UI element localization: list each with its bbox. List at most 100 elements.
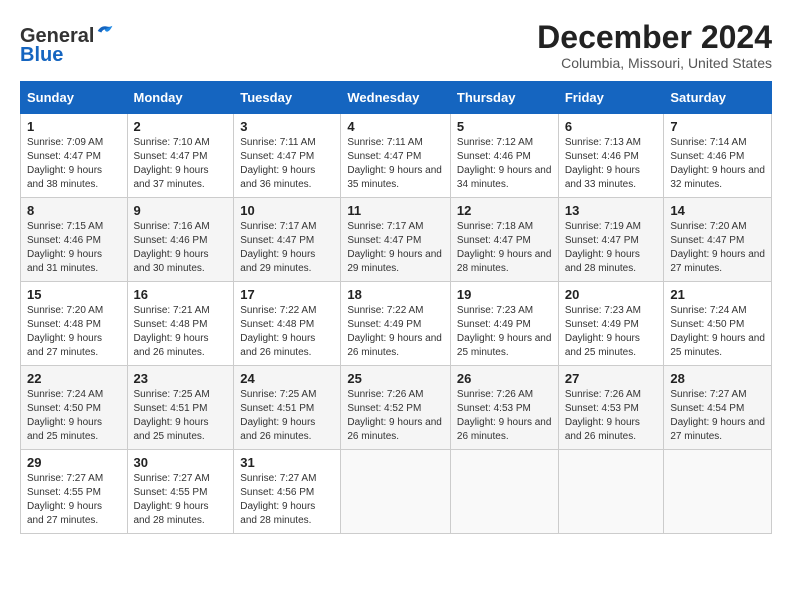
day-info: Sunrise: 7:26 AM Sunset: 4:52 PM Dayligh… [347, 388, 444, 444]
calendar-header-row: SundayMondayTuesdayWednesdayThursdayFrid… [21, 82, 772, 114]
calendar-cell: 29 Sunrise: 7:27 AM Sunset: 4:55 PM Dayl… [21, 450, 128, 534]
day-number: 15 [27, 287, 121, 302]
day-number: 16 [134, 287, 228, 302]
day-info: Sunrise: 7:23 AM Sunset: 4:49 PM Dayligh… [457, 304, 552, 360]
calendar-cell [341, 450, 451, 534]
day-number: 7 [670, 119, 765, 134]
day-number: 6 [565, 119, 658, 134]
day-number: 9 [134, 203, 228, 218]
calendar-cell: 10 Sunrise: 7:17 AM Sunset: 4:47 PM Dayl… [234, 198, 341, 282]
day-number: 18 [347, 287, 444, 302]
weekday-header: Tuesday [234, 82, 341, 114]
calendar-cell: 27 Sunrise: 7:26 AM Sunset: 4:53 PM Dayl… [558, 366, 664, 450]
page-subtitle: Columbia, Missouri, United States [537, 55, 772, 71]
day-info: Sunrise: 7:27 AM Sunset: 4:55 PM Dayligh… [134, 472, 228, 528]
calendar-cell [558, 450, 664, 534]
day-info: Sunrise: 7:11 AM Sunset: 4:47 PM Dayligh… [347, 136, 444, 192]
day-info: Sunrise: 7:20 AM Sunset: 4:48 PM Dayligh… [27, 304, 121, 360]
day-info: Sunrise: 7:18 AM Sunset: 4:47 PM Dayligh… [457, 220, 552, 276]
day-info: Sunrise: 7:26 AM Sunset: 4:53 PM Dayligh… [565, 388, 658, 444]
calendar-week-row: 29 Sunrise: 7:27 AM Sunset: 4:55 PM Dayl… [21, 450, 772, 534]
calendar-cell: 2 Sunrise: 7:10 AM Sunset: 4:47 PM Dayli… [127, 114, 234, 198]
day-number: 19 [457, 287, 552, 302]
calendar-cell: 21 Sunrise: 7:24 AM Sunset: 4:50 PM Dayl… [664, 282, 772, 366]
logo-blue-text: Blue [20, 44, 63, 67]
calendar-cell: 7 Sunrise: 7:14 AM Sunset: 4:46 PM Dayli… [664, 114, 772, 198]
day-info: Sunrise: 7:09 AM Sunset: 4:47 PM Dayligh… [27, 136, 121, 192]
day-number: 21 [670, 287, 765, 302]
calendar-cell: 17 Sunrise: 7:22 AM Sunset: 4:48 PM Dayl… [234, 282, 341, 366]
header: General Blue December 2024 Columbia, Mis… [20, 20, 772, 71]
day-info: Sunrise: 7:22 AM Sunset: 4:49 PM Dayligh… [347, 304, 444, 360]
day-info: Sunrise: 7:24 AM Sunset: 4:50 PM Dayligh… [670, 304, 765, 360]
day-number: 13 [565, 203, 658, 218]
calendar-cell: 6 Sunrise: 7:13 AM Sunset: 4:46 PM Dayli… [558, 114, 664, 198]
day-number: 26 [457, 371, 552, 386]
calendar-cell: 30 Sunrise: 7:27 AM Sunset: 4:55 PM Dayl… [127, 450, 234, 534]
calendar-cell [664, 450, 772, 534]
day-info: Sunrise: 7:17 AM Sunset: 4:47 PM Dayligh… [240, 220, 334, 276]
day-number: 3 [240, 119, 334, 134]
weekday-header: Saturday [664, 82, 772, 114]
day-number: 17 [240, 287, 334, 302]
day-number: 1 [27, 119, 121, 134]
calendar-cell: 23 Sunrise: 7:25 AM Sunset: 4:51 PM Dayl… [127, 366, 234, 450]
calendar-cell: 31 Sunrise: 7:27 AM Sunset: 4:56 PM Dayl… [234, 450, 341, 534]
day-number: 23 [134, 371, 228, 386]
calendar-cell: 18 Sunrise: 7:22 AM Sunset: 4:49 PM Dayl… [341, 282, 451, 366]
day-info: Sunrise: 7:12 AM Sunset: 4:46 PM Dayligh… [457, 136, 552, 192]
day-info: Sunrise: 7:20 AM Sunset: 4:47 PM Dayligh… [670, 220, 765, 276]
day-number: 11 [347, 203, 444, 218]
day-info: Sunrise: 7:11 AM Sunset: 4:47 PM Dayligh… [240, 136, 334, 192]
calendar-cell: 19 Sunrise: 7:23 AM Sunset: 4:49 PM Dayl… [450, 282, 558, 366]
day-info: Sunrise: 7:22 AM Sunset: 4:48 PM Dayligh… [240, 304, 334, 360]
calendar-cell: 11 Sunrise: 7:17 AM Sunset: 4:47 PM Dayl… [341, 198, 451, 282]
day-info: Sunrise: 7:27 AM Sunset: 4:54 PM Dayligh… [670, 388, 765, 444]
title-area: December 2024 Columbia, Missouri, United… [537, 20, 772, 71]
weekday-header: Friday [558, 82, 664, 114]
day-info: Sunrise: 7:23 AM Sunset: 4:49 PM Dayligh… [565, 304, 658, 360]
day-number: 12 [457, 203, 552, 218]
day-info: Sunrise: 7:15 AM Sunset: 4:46 PM Dayligh… [27, 220, 121, 276]
day-number: 22 [27, 371, 121, 386]
calendar-cell: 9 Sunrise: 7:16 AM Sunset: 4:46 PM Dayli… [127, 198, 234, 282]
day-number: 25 [347, 371, 444, 386]
calendar-cell: 3 Sunrise: 7:11 AM Sunset: 4:47 PM Dayli… [234, 114, 341, 198]
calendar-cell: 14 Sunrise: 7:20 AM Sunset: 4:47 PM Dayl… [664, 198, 772, 282]
day-info: Sunrise: 7:10 AM Sunset: 4:47 PM Dayligh… [134, 136, 228, 192]
day-info: Sunrise: 7:19 AM Sunset: 4:47 PM Dayligh… [565, 220, 658, 276]
page-title: December 2024 [537, 20, 772, 55]
calendar-cell: 28 Sunrise: 7:27 AM Sunset: 4:54 PM Dayl… [664, 366, 772, 450]
calendar-table: SundayMondayTuesdayWednesdayThursdayFrid… [20, 81, 772, 534]
day-number: 24 [240, 371, 334, 386]
day-number: 27 [565, 371, 658, 386]
day-info: Sunrise: 7:24 AM Sunset: 4:50 PM Dayligh… [27, 388, 121, 444]
calendar-cell: 25 Sunrise: 7:26 AM Sunset: 4:52 PM Dayl… [341, 366, 451, 450]
calendar-week-row: 15 Sunrise: 7:20 AM Sunset: 4:48 PM Dayl… [21, 282, 772, 366]
day-number: 4 [347, 119, 444, 134]
day-number: 31 [240, 455, 334, 470]
day-number: 20 [565, 287, 658, 302]
calendar-cell: 16 Sunrise: 7:21 AM Sunset: 4:48 PM Dayl… [127, 282, 234, 366]
day-info: Sunrise: 7:25 AM Sunset: 4:51 PM Dayligh… [134, 388, 228, 444]
day-info: Sunrise: 7:21 AM Sunset: 4:48 PM Dayligh… [134, 304, 228, 360]
bird-icon [94, 20, 116, 42]
day-info: Sunrise: 7:14 AM Sunset: 4:46 PM Dayligh… [670, 136, 765, 192]
logo: General Blue [20, 20, 116, 67]
day-number: 2 [134, 119, 228, 134]
calendar-cell: 24 Sunrise: 7:25 AM Sunset: 4:51 PM Dayl… [234, 366, 341, 450]
weekday-header: Thursday [450, 82, 558, 114]
calendar-cell: 4 Sunrise: 7:11 AM Sunset: 4:47 PM Dayli… [341, 114, 451, 198]
calendar-cell: 1 Sunrise: 7:09 AM Sunset: 4:47 PM Dayli… [21, 114, 128, 198]
day-number: 8 [27, 203, 121, 218]
calendar-week-row: 8 Sunrise: 7:15 AM Sunset: 4:46 PM Dayli… [21, 198, 772, 282]
day-number: 29 [27, 455, 121, 470]
calendar-cell: 5 Sunrise: 7:12 AM Sunset: 4:46 PM Dayli… [450, 114, 558, 198]
day-number: 28 [670, 371, 765, 386]
calendar-cell: 8 Sunrise: 7:15 AM Sunset: 4:46 PM Dayli… [21, 198, 128, 282]
day-info: Sunrise: 7:16 AM Sunset: 4:46 PM Dayligh… [134, 220, 228, 276]
day-info: Sunrise: 7:27 AM Sunset: 4:56 PM Dayligh… [240, 472, 334, 528]
day-number: 30 [134, 455, 228, 470]
calendar-cell: 22 Sunrise: 7:24 AM Sunset: 4:50 PM Dayl… [21, 366, 128, 450]
day-info: Sunrise: 7:13 AM Sunset: 4:46 PM Dayligh… [565, 136, 658, 192]
